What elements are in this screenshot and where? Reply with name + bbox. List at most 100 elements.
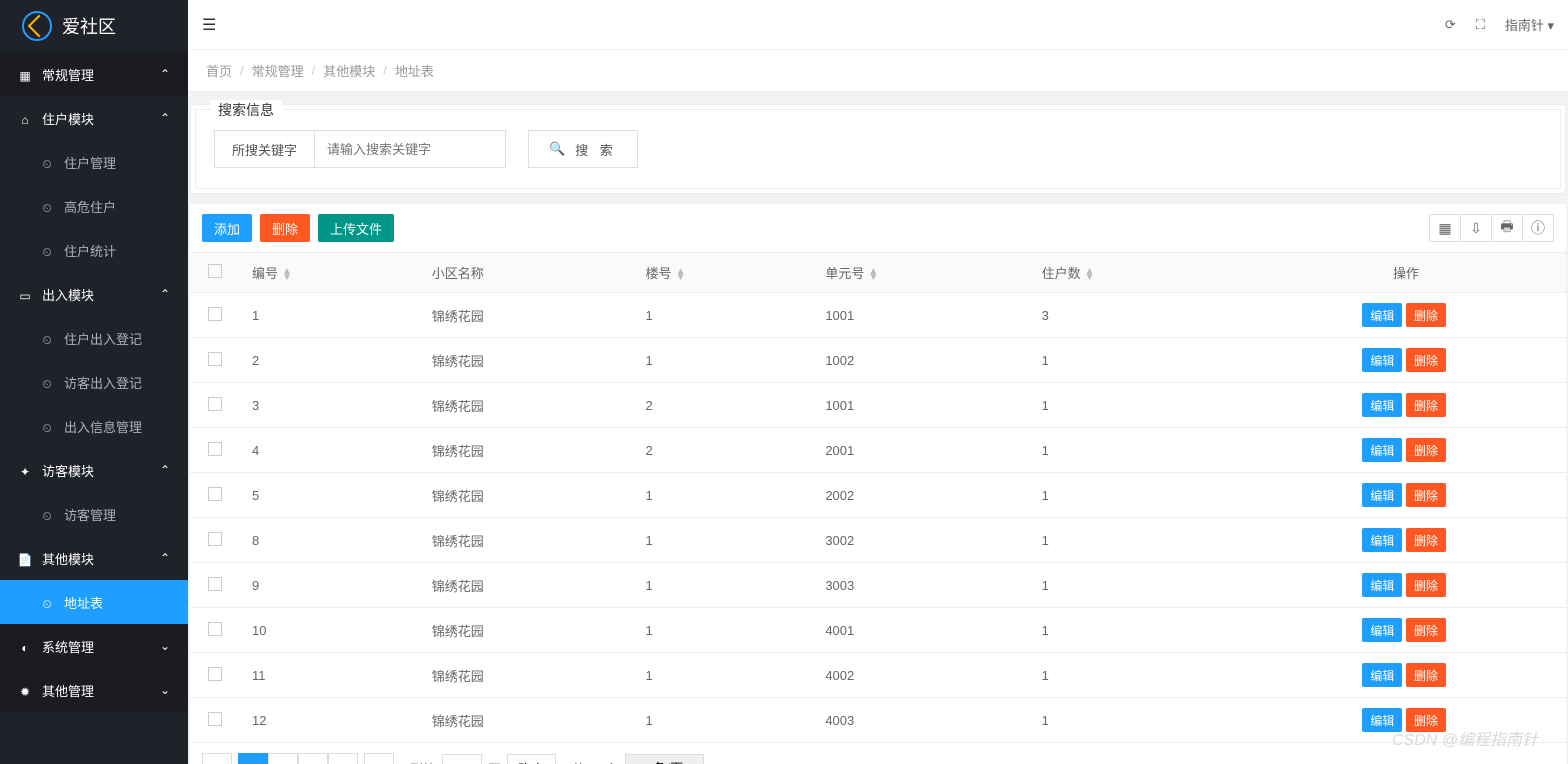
row-delete-button[interactable]: 删除 [1406, 438, 1446, 462]
edit-button[interactable]: 编辑 [1362, 303, 1402, 327]
row-delete-button[interactable]: 删除 [1406, 303, 1446, 327]
nav-label: 住户管理 [64, 156, 116, 171]
page-3[interactable]: 3 [298, 753, 328, 764]
edit-button[interactable]: 编辑 [1362, 708, 1402, 732]
th-5[interactable]: 操作 [1246, 253, 1566, 293]
nav-item-6[interactable]: ⏲住户出入登记 [0, 316, 188, 360]
row-checkbox[interactable] [208, 622, 222, 636]
edit-button[interactable]: 编辑 [1362, 573, 1402, 597]
th-4[interactable]: 住户数▲▼ [1030, 253, 1246, 293]
cell-unit: 2002 [813, 473, 1029, 518]
search-button[interactable]: 🔍 搜 索 [528, 130, 638, 168]
crumb-1[interactable]: 常规管理 [252, 61, 304, 80]
row-checkbox[interactable] [208, 487, 222, 501]
page-2[interactable]: 2 [268, 753, 298, 764]
nav-label: 其他模块 [42, 552, 94, 567]
row-delete-button[interactable]: 删除 [1406, 663, 1446, 687]
cell-community: 锦绣花园 [420, 293, 634, 338]
row-delete-button[interactable]: 删除 [1406, 393, 1446, 417]
row-delete-button[interactable]: 删除 [1406, 348, 1446, 372]
print-icon[interactable]: 🖶 [1491, 214, 1523, 242]
nav-icon: ⌂ [18, 113, 32, 127]
nav-item-0[interactable]: ▦常规管理⌃ [0, 52, 188, 96]
page-1[interactable]: 1 [238, 753, 268, 764]
edit-button[interactable]: 编辑 [1362, 528, 1402, 552]
th-0[interactable]: 编号▲▼ [240, 253, 420, 293]
row-checkbox[interactable] [208, 532, 222, 546]
edit-button[interactable]: 编辑 [1362, 348, 1402, 372]
export-icon[interactable]: ⇩ [1460, 214, 1492, 242]
nav-item-1[interactable]: ⌂住户模块⌃ [0, 96, 188, 140]
per-page-select[interactable]: 10 条/页 [625, 754, 704, 764]
nav-item-11[interactable]: 📄其他模块⌃ [0, 536, 188, 580]
to-page-label: 到第 [410, 759, 436, 764]
columns-icon[interactable]: ▦ [1429, 214, 1461, 242]
row-delete-button[interactable]: 删除 [1406, 708, 1446, 732]
th-2[interactable]: 楼号▲▼ [634, 253, 814, 293]
edit-button[interactable]: 编辑 [1362, 663, 1402, 687]
row-checkbox[interactable] [208, 307, 222, 321]
add-button[interactable]: 添加 [202, 214, 252, 242]
nav-icon: ▭ [18, 289, 32, 303]
edit-button[interactable]: 编辑 [1362, 393, 1402, 417]
page-input[interactable] [442, 754, 482, 764]
row-checkbox[interactable] [208, 397, 222, 411]
row-checkbox[interactable] [208, 442, 222, 456]
cell-community: 锦绣花园 [420, 383, 634, 428]
row-checkbox[interactable] [208, 352, 222, 366]
th-1[interactable]: 小区名称 [420, 253, 634, 293]
crumb-2[interactable]: 其他模块 [323, 61, 375, 80]
cell-building: 1 [634, 563, 814, 608]
edit-button[interactable]: 编辑 [1362, 438, 1402, 462]
next-page-button[interactable]: › [364, 753, 394, 764]
upload-button[interactable]: 上传文件 [318, 214, 394, 242]
nav-item-14[interactable]: ✹其他管理⌄ [0, 668, 188, 712]
nav-icon: ⏲ [40, 377, 54, 392]
page-confirm-button[interactable]: 确定 [507, 754, 556, 764]
compass-dropdown[interactable]: 指南针 ▾ [1505, 15, 1554, 34]
nav-item-12[interactable]: ⏲地址表 [0, 580, 188, 624]
nav-item-7[interactable]: ⏲访客出入登记 [0, 360, 188, 404]
info-icon[interactable]: ⓘ [1522, 214, 1554, 242]
row-delete-button[interactable]: 删除 [1406, 528, 1446, 552]
page-unit: 页 [488, 759, 501, 764]
cell-unit: 1001 [813, 383, 1029, 428]
menu-toggle-icon[interactable]: ☰ [202, 15, 216, 35]
cell-unit: 3002 [813, 518, 1029, 563]
nav-item-9[interactable]: ✦访客模块⌃ [0, 448, 188, 492]
nav-item-4[interactable]: ⏲住户统计 [0, 228, 188, 272]
table-row: 2锦绣花园110021编辑 删除 [190, 338, 1566, 383]
row-checkbox[interactable] [208, 712, 222, 726]
th-3[interactable]: 单元号▲▼ [813, 253, 1029, 293]
search-input[interactable] [315, 131, 505, 167]
page-4[interactable]: 4 [328, 753, 358, 764]
nav-item-10[interactable]: ⏲访客管理 [0, 492, 188, 536]
cell-building: 2 [634, 428, 814, 473]
table-row: 10锦绣花园140011编辑 删除 [190, 608, 1566, 653]
delete-button[interactable]: 删除 [260, 214, 310, 242]
row-checkbox[interactable] [208, 577, 222, 591]
nav-item-3[interactable]: ⏲高危住户 [0, 184, 188, 228]
select-all-checkbox[interactable] [208, 264, 222, 278]
search-input-group: 所搜关键字 [214, 130, 506, 168]
nav-item-5[interactable]: ▭出入模块⌃ [0, 272, 188, 316]
edit-button[interactable]: 编辑 [1362, 618, 1402, 642]
prev-page-button[interactable]: ‹ [202, 753, 232, 764]
table-row: 1锦绣花园110013编辑 删除 [190, 293, 1566, 338]
cell-building: 1 [634, 518, 814, 563]
search-legend: 搜索信息 [210, 100, 282, 120]
cell-id: 1 [240, 293, 420, 338]
fullscreen-icon[interactable]: ⛶ [1476, 17, 1485, 33]
refresh-icon[interactable]: ⟳ [1445, 17, 1456, 33]
nav-item-2[interactable]: ⏲住户管理 [0, 140, 188, 184]
row-delete-button[interactable]: 删除 [1406, 618, 1446, 642]
row-delete-button[interactable]: 删除 [1406, 483, 1446, 507]
cell-count: 1 [1030, 563, 1246, 608]
nav-item-8[interactable]: ⏲出入信息管理 [0, 404, 188, 448]
crumb-0[interactable]: 首页 [206, 61, 232, 80]
cell-id: 2 [240, 338, 420, 383]
edit-button[interactable]: 编辑 [1362, 483, 1402, 507]
row-checkbox[interactable] [208, 667, 222, 681]
nav-item-13[interactable]: ◐系统管理⌄ [0, 624, 188, 668]
row-delete-button[interactable]: 删除 [1406, 573, 1446, 597]
